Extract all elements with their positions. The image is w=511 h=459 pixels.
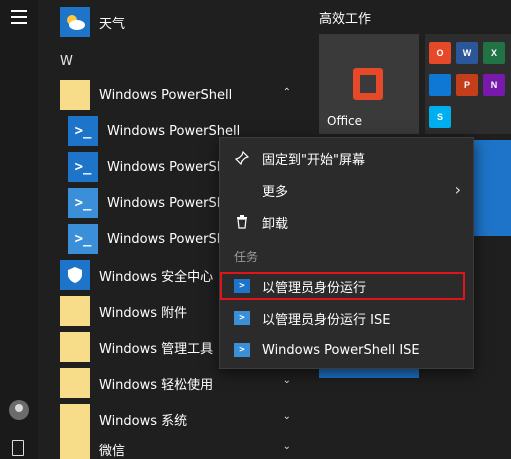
list-item-label: Windows PowerShell — [99, 87, 233, 103]
chevron-down-icon[interactable]: ⌄ — [283, 441, 291, 452]
folder-icon — [60, 434, 90, 459]
office-apps-tile[interactable]: O W X P N S — [425, 34, 511, 134]
list-item-label: Windows 管理工具 — [99, 341, 214, 357]
hamburger-icon[interactable] — [11, 10, 27, 28]
menu-item-pin-to-start[interactable]: 固定到"开始"屏幕 — [220, 142, 473, 174]
list-item-label: Windows 附件 — [99, 305, 188, 321]
menu-item-run-ise-as-admin[interactable]: > 以管理员身份运行 ISE — [220, 302, 473, 334]
weather-icon — [60, 7, 90, 37]
chevron-down-icon[interactable]: ⌄ — [283, 411, 291, 422]
section-letter[interactable]: W — [60, 54, 73, 69]
chevron-up-icon[interactable]: ⌃ — [283, 87, 291, 98]
chevron-right-icon: › — [454, 180, 461, 199]
powershell-ise-icon: > — [234, 311, 250, 325]
onedrive-icon — [429, 74, 451, 96]
folder-icon — [60, 368, 90, 398]
powershell-icon: >_ — [68, 152, 98, 182]
list-item-label: 天气 — [99, 16, 126, 32]
menu-item-label: 固定到"开始"屏幕 — [262, 152, 365, 168]
shield-icon — [60, 260, 90, 290]
menu-item-label: 以管理员身份运行 ISE — [262, 312, 391, 328]
outlook-icon: O — [429, 42, 451, 64]
onenote-icon: N — [483, 74, 505, 96]
powershell-ise-icon: > — [234, 343, 250, 357]
folder-icon — [60, 80, 90, 110]
annotation-highlight-box — [220, 272, 465, 300]
menu-item-label: Windows PowerShell ISE — [262, 342, 420, 358]
list-item-wechat[interactable]: 微信 ⌄ — [38, 431, 303, 459]
office-logo-icon — [353, 68, 383, 100]
folder-icon — [60, 404, 90, 434]
folder-icon — [60, 296, 90, 326]
folder-icon — [60, 332, 90, 362]
list-item-label: Windows 系统 — [99, 413, 188, 429]
list-item-label: 微信 — [99, 443, 126, 459]
list-item-label: Windows 安全中心 — [99, 269, 214, 285]
list-item-ease-of-access[interactable]: Windows 轻松使用 ⌄ — [38, 365, 303, 401]
menu-item-label: 更多 — [262, 184, 289, 200]
list-item-label: Windows 轻松使用 — [99, 377, 214, 393]
excel-icon: X — [483, 42, 505, 64]
menu-item-uninstall[interactable]: 卸载 — [220, 206, 473, 238]
menu-item-label: 卸载 — [262, 216, 289, 232]
document-icon[interactable] — [12, 440, 24, 456]
list-item-weather[interactable]: 天气 — [38, 4, 303, 40]
menu-item-more[interactable]: 更多 › — [220, 174, 473, 206]
context-menu: 固定到"开始"屏幕 更多 › 卸载 任务 > 以管理员身份运行 > 以管理员身份… — [219, 137, 474, 369]
chevron-down-icon[interactable]: ⌄ — [283, 375, 291, 386]
start-left-rail — [0, 0, 38, 459]
powerpoint-icon: P — [456, 74, 478, 96]
powershell-ise-icon: >_ — [68, 224, 98, 254]
list-item-powershell-folder[interactable]: Windows PowerShell ⌃ — [38, 77, 303, 113]
app-tile[interactable] — [473, 140, 511, 236]
menu-item-powershell-ise[interactable]: > Windows PowerShell ISE — [220, 334, 473, 366]
tile-group-heading: 高效工作 — [319, 12, 372, 27]
office-tile-label: Office — [327, 114, 363, 128]
skype-icon: S — [429, 106, 451, 128]
powershell-icon: >_ — [68, 116, 98, 146]
word-icon: W — [456, 42, 478, 64]
menu-section-tasks: 任务 — [234, 250, 259, 264]
powershell-ise-icon: >_ — [68, 188, 98, 218]
pin-icon — [234, 150, 250, 166]
trash-icon — [234, 214, 250, 230]
user-avatar-icon[interactable] — [9, 400, 29, 420]
office-tile[interactable]: Office — [319, 34, 419, 134]
